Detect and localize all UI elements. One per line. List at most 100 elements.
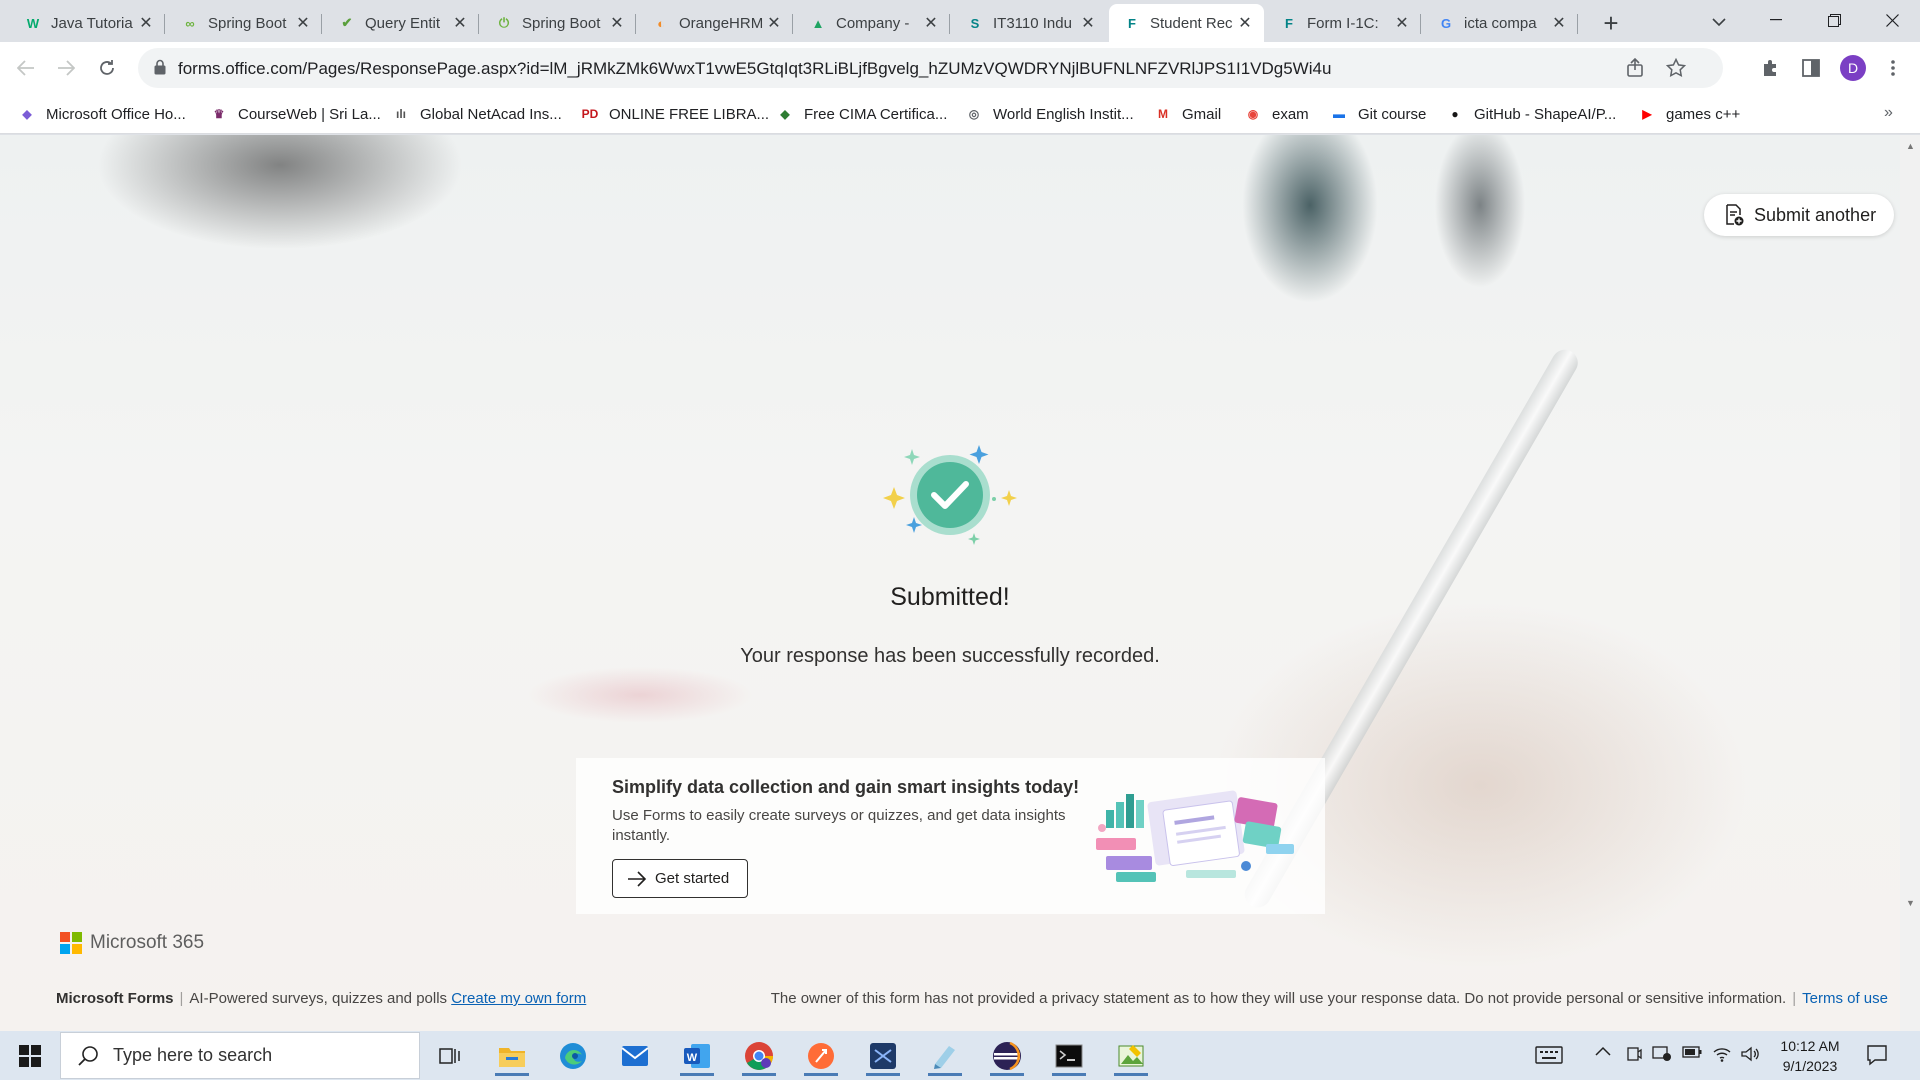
bookmark-label: CourseWeb | Sri La... — [238, 105, 381, 123]
browser-tab[interactable]: ⏻ Spring Boot ✕ — [481, 4, 636, 42]
menu-kebab-icon[interactable] — [1881, 56, 1905, 80]
microsoft-365-logo: Microsoft 365 — [60, 932, 204, 954]
cisco-icon: ılı — [395, 107, 406, 121]
notepad-icon[interactable] — [920, 1035, 970, 1076]
tab-title: Company - — [836, 14, 910, 32]
chevron-up-icon[interactable] — [1595, 1046, 1611, 1056]
task-view-icon[interactable] — [425, 1035, 475, 1076]
close-tab-icon[interactable]: ✕ — [1393, 14, 1411, 32]
browser-tab[interactable]: Gicta compa ✕ — [1423, 4, 1578, 42]
chrome-icon[interactable] — [734, 1035, 784, 1076]
browser-tab[interactable]: W Java Tutoria ✕ — [10, 4, 165, 42]
meet-now-icon[interactable] — [1626, 1046, 1642, 1062]
wifi-icon[interactable] — [1712, 1046, 1732, 1062]
close-tab-icon[interactable]: ✕ — [137, 14, 155, 32]
arrow-right-icon — [627, 870, 647, 887]
svg-text:W: W — [687, 1052, 698, 1064]
share-icon[interactable] — [1626, 57, 1646, 83]
office-icon: ◆ — [22, 107, 32, 121]
bookmark-item[interactable]: ılı Global NetAcad Ins... — [392, 103, 562, 125]
bookmark-item[interactable]: ◆ Microsoft Office Ho... — [18, 103, 185, 125]
submit-another-button[interactable]: Submit another — [1704, 194, 1894, 236]
notification-center-icon[interactable] — [1866, 1044, 1888, 1071]
terminal-icon[interactable] — [1044, 1035, 1094, 1076]
spring-power-icon: ⏻ — [498, 15, 510, 30]
url-text[interactable]: forms.office.com/Pages/ResponsePage.aspx… — [178, 59, 1331, 79]
bookmarks-overflow-icon[interactable]: » — [1884, 104, 1893, 122]
bookmark-item[interactable]: ◉ exam — [1244, 103, 1309, 125]
word-icon[interactable]: W — [672, 1035, 722, 1076]
bookmark-item[interactable]: M Gmail — [1154, 103, 1221, 125]
browser-tab[interactable]: ∞ Spring Boot ✕ — [167, 4, 322, 42]
browser-tab[interactable]: ◐ OrangeHRM ✕ — [638, 4, 793, 42]
browser-toolbar: forms.office.com/Pages/ResponsePage.aspx… — [0, 42, 1920, 94]
image-editor-icon[interactable] — [1106, 1035, 1156, 1076]
w3schools-icon: W — [26, 15, 40, 31]
tab-search-button[interactable] — [1705, 8, 1733, 36]
create-form-link[interactable]: Create my own form — [451, 990, 586, 1007]
bookmark-item[interactable]: ▬ Git course — [1330, 103, 1426, 125]
address-bar[interactable]: forms.office.com/Pages/ResponsePage.aspx… — [138, 48, 1723, 88]
bookmark-item[interactable]: ● GitHub - ShapeAI/P... — [1446, 103, 1616, 125]
bookmark-item[interactable]: ◆ Free CIMA Certifica... — [776, 103, 947, 125]
gmail-icon: M — [1158, 107, 1168, 121]
reload-button[interactable] — [91, 52, 123, 84]
browser-tab[interactable]: F Form I-1C: ✕ — [1266, 4, 1421, 42]
close-window-button[interactable] — [1864, 0, 1920, 40]
extensions-icon[interactable] — [1759, 56, 1783, 80]
bookmark-item[interactable]: ◎ World English Instit... — [965, 103, 1134, 125]
bookmark-item[interactable]: PD ONLINE FREE LIBRA... — [581, 103, 769, 125]
success-check-icon — [883, 445, 1017, 545]
forward-button[interactable] — [50, 52, 82, 84]
back-button[interactable] — [10, 52, 42, 84]
close-tab-icon[interactable]: ✕ — [1550, 14, 1568, 32]
get-started-label: Get started — [655, 870, 730, 887]
mail-icon[interactable] — [610, 1035, 660, 1076]
new-tab-button[interactable]: + — [1596, 8, 1626, 38]
tab-title: IT3110 Indu — [993, 14, 1072, 32]
minimize-button[interactable] — [1748, 0, 1804, 40]
close-tab-icon[interactable]: ✕ — [1079, 14, 1097, 32]
profile-avatar[interactable]: D — [1840, 55, 1866, 81]
battery-icon[interactable] — [1682, 1046, 1702, 1058]
tab-title: icta compa — [1464, 14, 1537, 32]
close-tab-icon[interactable]: ✕ — [1236, 14, 1254, 32]
bookmark-star-icon[interactable] — [1665, 57, 1687, 83]
lock-icon[interactable] — [154, 59, 166, 80]
keyboard-layout-icon[interactable] — [1535, 1046, 1563, 1064]
vertical-scrollbar[interactable]: ▲ ▼ — [1900, 135, 1920, 1031]
browser-tab[interactable]: ▲ Company - ✕ — [795, 4, 950, 42]
bookmark-label: games c++ — [1666, 105, 1741, 123]
get-started-button[interactable]: Get started — [612, 859, 748, 898]
scroll-up-icon[interactable]: ▲ — [1906, 141, 1915, 151]
orangehrm-icon: ◐ — [657, 15, 665, 31]
system-clock[interactable]: 10:12 AM 9/1/2023 — [1765, 1036, 1855, 1076]
close-tab-icon[interactable]: ✕ — [294, 14, 312, 32]
side-panel-icon[interactable] — [1799, 56, 1823, 80]
edge-icon[interactable] — [548, 1035, 598, 1076]
footer-left: Microsoft Forms | AI-Powered surveys, quiz… — [56, 990, 587, 1007]
scroll-down-icon[interactable]: ▼ — [1906, 898, 1915, 908]
restore-button[interactable] — [1806, 0, 1862, 40]
close-tab-icon[interactable]: ✕ — [451, 14, 469, 32]
volume-icon[interactable] — [1741, 1046, 1759, 1062]
taskbar-search-box[interactable]: Type here to search — [60, 1032, 420, 1079]
eclipse-icon[interactable] — [982, 1035, 1032, 1076]
close-tab-icon[interactable]: ✕ — [765, 14, 783, 32]
windows-start-button[interactable] — [0, 1031, 60, 1080]
file-explorer-icon[interactable] — [487, 1035, 537, 1076]
close-tab-icon[interactable]: ✕ — [608, 14, 626, 32]
postman-icon[interactable] — [796, 1035, 846, 1076]
browser-tab[interactable]: F Student Rec ✕ — [1109, 4, 1264, 42]
brand-text: Microsoft 365 — [90, 932, 205, 953]
terms-of-use-link[interactable]: Terms of use — [1802, 990, 1888, 1007]
bookmark-item[interactable]: ♛ CourseWeb | Sri La... — [210, 103, 381, 125]
bookmark-item[interactable]: ▶ games c++ — [1638, 103, 1740, 125]
visual-studio-icon[interactable] — [858, 1035, 908, 1076]
onedrive-icon[interactable] — [1652, 1046, 1672, 1062]
browser-tab[interactable]: S IT3110 Indu ✕ — [952, 4, 1107, 42]
browser-tab[interactable]: ✔ Query Entit ✕ — [324, 4, 479, 42]
form-response-page: Submit another Submitted! Your response … — [0, 135, 1900, 1031]
bookmark-label: Git course — [1358, 105, 1427, 123]
close-tab-icon[interactable]: ✕ — [922, 14, 940, 32]
